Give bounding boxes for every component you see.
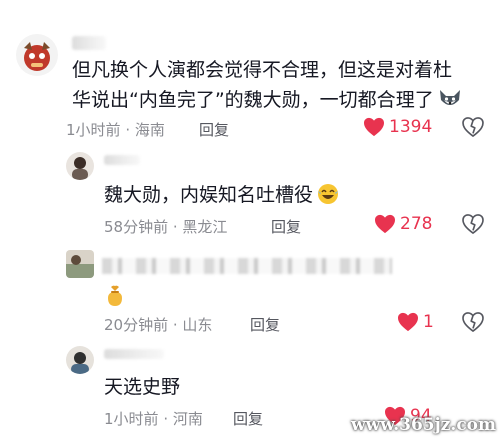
reply-button[interactable]: 回复 bbox=[199, 119, 229, 140]
comment-text-line: 魏大勋，内娱知名吐槽役 bbox=[104, 184, 314, 206]
like-button[interactable]: 278 bbox=[374, 214, 432, 234]
broken-heart-icon bbox=[462, 312, 484, 332]
meta-separator: · bbox=[120, 121, 135, 139]
username-blurred[interactable] bbox=[104, 349, 164, 359]
like-count: 278 bbox=[400, 214, 433, 234]
broken-heart-icon bbox=[462, 214, 484, 234]
money-bag-icon bbox=[104, 284, 126, 317]
comment-location: 海南 bbox=[134, 121, 165, 139]
crying-laughing-icon bbox=[317, 183, 339, 214]
like-count: 1394 bbox=[389, 117, 433, 137]
comment-location: 河南 bbox=[172, 410, 203, 428]
wolf-face-icon bbox=[438, 88, 462, 119]
comment-meta: 58分钟前 · 黑龙江 bbox=[104, 216, 227, 237]
username-blurred[interactable] bbox=[102, 258, 392, 274]
like-count: 1 bbox=[423, 312, 434, 332]
reply-button[interactable]: 回复 bbox=[233, 408, 263, 429]
meta-separator: · bbox=[158, 410, 173, 428]
comment-section: 但凡换个人演都会觉得不合理，但这是对着杜 华说出“内鱼完了”的魏大勋，一切都合理… bbox=[0, 0, 502, 439]
dislike-button[interactable] bbox=[462, 117, 484, 141]
comment-text-line: 华说出“内鱼完了”的魏大勋，一切都合理了 bbox=[72, 89, 434, 111]
comment-meta: 1小时前 · 海南 bbox=[66, 119, 165, 140]
comment-text: 华说出“内鱼完了”的魏大勋，一切都合理了 bbox=[72, 85, 462, 119]
reply-button[interactable]: 回复 bbox=[271, 216, 301, 237]
comment-meta: 1小时前 · 河南 bbox=[104, 408, 203, 429]
avatar[interactable] bbox=[66, 250, 94, 278]
site-watermark: www.365jz.com bbox=[351, 415, 496, 435]
meta-separator: · bbox=[168, 316, 183, 334]
dislike-button[interactable] bbox=[462, 312, 484, 336]
comment-location: 山东 bbox=[182, 316, 213, 334]
like-button[interactable]: 1394 bbox=[363, 117, 432, 137]
username-blurred[interactable] bbox=[104, 155, 140, 165]
comment-time: 1小时前 bbox=[66, 121, 121, 139]
heart-icon bbox=[375, 214, 395, 234]
comment-time: 1小时前 bbox=[104, 410, 159, 428]
avatar[interactable] bbox=[66, 152, 94, 180]
heart-icon bbox=[398, 312, 418, 332]
comment-meta: 20分钟前 · 山东 bbox=[104, 314, 212, 335]
username-blurred[interactable] bbox=[72, 36, 106, 50]
meta-separator: · bbox=[168, 218, 183, 236]
comment-text bbox=[104, 283, 126, 317]
avatar[interactable] bbox=[66, 346, 94, 374]
comment-location: 黑龙江 bbox=[182, 218, 228, 236]
avatar[interactable] bbox=[16, 34, 58, 76]
comment-text: 魏大勋，内娱知名吐槽役 bbox=[104, 180, 339, 214]
dislike-button[interactable] bbox=[462, 214, 484, 238]
comment-time: 20分钟前 bbox=[104, 316, 169, 334]
broken-heart-icon bbox=[462, 117, 484, 137]
comment-text: 天选史野 bbox=[104, 376, 181, 398]
comment-text: 但凡换个人演都会觉得不合理，但这是对着杜 bbox=[72, 59, 453, 81]
reply-button[interactable]: 回复 bbox=[250, 314, 280, 335]
like-button[interactable]: 1 bbox=[397, 312, 434, 332]
comment-time: 58分钟前 bbox=[104, 218, 169, 236]
heart-icon bbox=[364, 117, 384, 137]
